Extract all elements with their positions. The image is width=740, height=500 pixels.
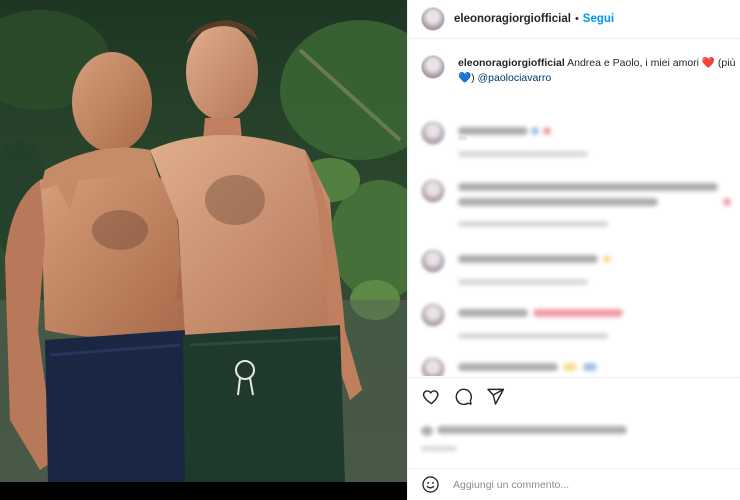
commenter-avatar[interactable] [421,179,445,203]
post-image [0,0,407,500]
comment-meta-blurred [458,221,608,227]
comment-text-blurred [458,363,558,371]
comments-list [408,113,740,376]
comment-button[interactable] [453,387,473,407]
comment-emoji-blurred [543,127,551,135]
caption-body: Andrea e Paolo, i miei amori [564,57,702,69]
add-comment-bar [408,468,740,500]
share-button[interactable] [485,387,505,407]
comment-text-blurred [458,127,528,135]
emoji-button[interactable] [421,475,440,494]
author-avatar[interactable] [421,7,445,31]
comment-item [421,303,740,343]
post-photo [0,0,407,500]
post-header: eleonoragiorgiofficial • Segui [408,0,740,39]
comment-text-blurred [458,255,598,263]
comment-emoji-blurred [531,127,539,135]
comment-meta-blurred [458,151,588,157]
comment-meta-blurred [458,279,588,285]
comment-text-blurred [458,198,658,206]
smiley-icon [422,476,439,493]
comment-text-blurred [458,183,718,191]
caption-blue-heart-emoji: 💙 [458,72,472,84]
comment-emoji-blurred [533,309,623,317]
comment-item [421,357,740,376]
commenter-avatar[interactable] [421,121,445,145]
caption-more: (più [715,57,736,69]
comment-icon [455,388,472,406]
comment-emoji-blurred [583,363,597,371]
liker-avatar-blurred [421,426,433,436]
comment-text-blurred [458,309,528,317]
caption-text: eleonoragiorgiofficial Andrea e Paolo, i… [458,56,740,86]
comment-item [421,179,740,239]
post-date-blurred [421,444,481,454]
comment-emoji-blurred [563,363,577,371]
caption-heart-emoji: ❤️ [701,57,715,69]
comment-emoji-blurred [723,198,731,206]
comment-meta-blurred [458,333,608,339]
like-button[interactable] [421,387,441,407]
heart-icon [422,390,439,405]
comment-input[interactable] [453,478,693,491]
caption-avatar[interactable] [421,55,445,79]
caption-username[interactable]: eleonoragiorgiofficial [458,57,565,69]
caption-mention[interactable]: @paolociavarro [478,72,552,84]
comment-item [421,121,740,161]
comment-emoji-blurred [603,255,611,263]
comment-item [421,249,740,289]
paper-plane-icon [486,388,504,405]
likes-row-blurred [421,420,740,440]
likes-text-blurred [437,426,627,434]
author-username[interactable]: eleonoragiorgiofficial [454,13,571,25]
post-actions [408,377,740,415]
follow-button[interactable]: Segui [583,13,614,25]
header-separator: • [574,13,579,25]
commenter-avatar[interactable] [421,303,445,327]
commenter-avatar[interactable] [421,249,445,273]
post-side-panel: eleonoragiorgiofficial • Segui eleonorag… [407,0,740,500]
date-text-blurred [421,446,457,451]
commenter-avatar[interactable] [421,357,445,376]
